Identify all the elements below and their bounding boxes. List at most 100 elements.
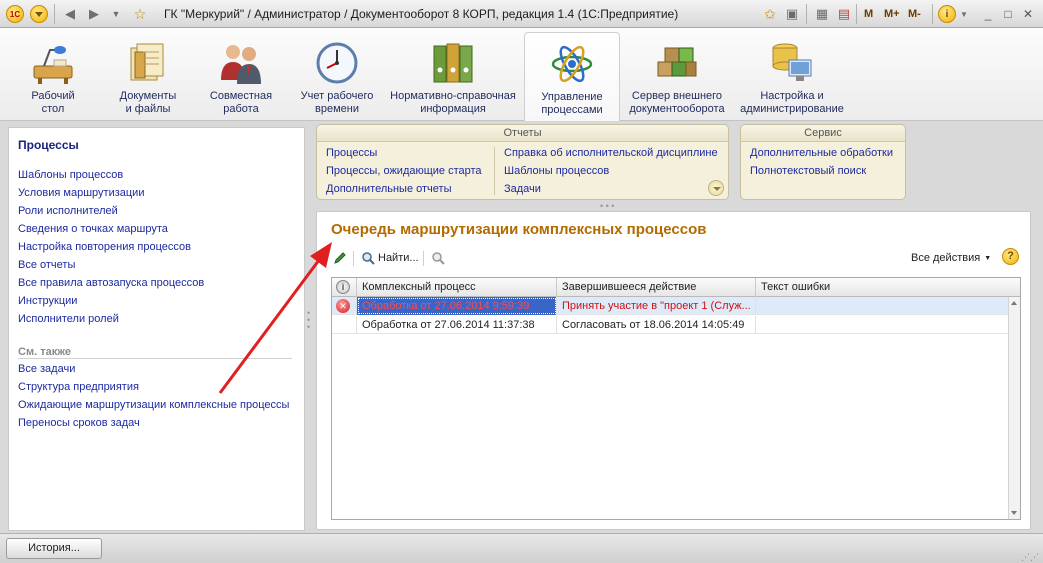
service-group: Сервис Дополнительные обработки Полнотек… xyxy=(740,124,906,200)
info-icon[interactable]: i xyxy=(938,5,956,23)
section-label: Рабочий стол xyxy=(31,90,75,115)
section-label: Настройка и администрирование xyxy=(740,90,844,115)
history-dropdown-icon[interactable]: ▼ xyxy=(108,5,124,23)
help-button[interactable]: ? xyxy=(1002,248,1019,265)
nav-link[interactable]: Шаблоны процессов xyxy=(18,169,123,181)
nav-heading: Процессы xyxy=(18,138,79,152)
report-link[interactable]: Шаблоны процессов xyxy=(504,165,609,177)
report-link[interactable]: Дополнительные отчеты xyxy=(326,183,451,195)
process-cell[interactable]: Обработка от 27.06.2014 11:37:38 xyxy=(357,316,557,334)
service-title: Сервис xyxy=(741,125,905,142)
calendar-icon[interactable]: ▤ xyxy=(836,5,852,23)
memory-minus-button[interactable]: M- xyxy=(908,5,921,23)
see-also-link[interactable]: Структура предприятия xyxy=(18,381,139,393)
see-also-link[interactable]: Все задачи xyxy=(18,363,75,375)
forward-arrow-icon[interactable]: ▶ xyxy=(86,5,102,23)
minimize-icon[interactable]: _ xyxy=(980,5,996,23)
report-link[interactable]: Процессы xyxy=(326,147,377,159)
see-also-link[interactable]: Переносы сроков задач xyxy=(18,417,140,429)
window-title: ГК "Меркурий" / Администратор / Документ… xyxy=(164,7,679,21)
column-header[interactable]: Завершившееся действие xyxy=(557,278,756,297)
separator xyxy=(856,4,857,24)
favorites-star-icon[interactable]: ☆ xyxy=(132,5,148,23)
service-link[interactable]: Полнотекстовый поиск xyxy=(750,165,866,177)
section-label: Документы и файлы xyxy=(119,90,177,115)
nav-link[interactable]: Исполнители ролей xyxy=(18,313,119,325)
memory-button[interactable]: M xyxy=(864,5,873,23)
action-cell[interactable]: Согласовать от 18.06.2014 14:05:49 xyxy=(557,316,756,334)
section-time-tracking[interactable]: Учет рабочего времени xyxy=(292,32,382,120)
section-reference-info[interactable]: Нормативно-справочная информация xyxy=(386,32,520,120)
sections-panel: Рабочий стол Документы и файлы Совместна… xyxy=(0,28,1043,121)
nav-link[interactable]: Инструкции xyxy=(18,295,77,307)
resize-grip-icon[interactable]: ⋰⋰ xyxy=(1021,553,1039,562)
back-arrow-icon[interactable]: ◀ xyxy=(62,5,78,23)
separator xyxy=(932,4,933,24)
annotation-arrow xyxy=(218,242,332,394)
report-link[interactable]: Справка об исполнительской дисциплине xyxy=(504,147,718,159)
nav-link[interactable]: Все отчеты xyxy=(18,259,75,271)
info-dropdown-icon[interactable]: ▼ xyxy=(956,5,972,23)
section-desktop[interactable]: Рабочий стол xyxy=(8,32,98,120)
maximize-icon[interactable]: □ xyxy=(1000,5,1016,23)
reports-group: Отчеты Процессы Процессы, ожидающие стар… xyxy=(316,124,729,200)
action-cell[interactable]: Принять участие в "проект 1 (Служ... xyxy=(557,297,756,315)
separator xyxy=(54,4,55,24)
all-actions-button[interactable]: Все действия ▼ xyxy=(911,250,991,266)
column-header[interactable]: Комплексный процесс xyxy=(357,278,557,297)
history-button[interactable]: История... xyxy=(6,538,102,559)
cancel-search-icon[interactable] xyxy=(431,250,445,266)
report-link[interactable]: Процессы, ожидающие старта xyxy=(326,165,482,177)
see-also-link[interactable]: Ожидающие маршрутизации комплексные проц… xyxy=(18,399,289,411)
app-logo-icon[interactable]: 1С xyxy=(6,5,24,23)
nav-link[interactable]: Условия маршрутизации xyxy=(18,187,144,199)
section-documents[interactable]: Документы и файлы xyxy=(104,32,192,120)
separator xyxy=(806,4,807,24)
horizontal-splitter[interactable]: • • • xyxy=(600,201,614,211)
memory-plus-button[interactable]: M+ xyxy=(884,5,900,23)
table-header: i Комплексный процесс Завершившееся дейс… xyxy=(332,278,1020,297)
find-label: Найти... xyxy=(378,252,419,264)
report-link[interactable]: Задачи xyxy=(504,183,541,195)
section-label: Сервер внешнего документооборота xyxy=(629,90,725,115)
nav-link[interactable]: Сведения о точках маршрута xyxy=(18,223,168,235)
column-header[interactable]: Текст ошибки xyxy=(756,278,1008,297)
calculator-icon[interactable]: ▦ xyxy=(814,5,830,23)
add-favorite-icon[interactable]: ✩ xyxy=(762,5,778,23)
section-external-server[interactable]: Сервер внешнего документооборота xyxy=(624,32,730,120)
section-label: Нормативно-справочная информация xyxy=(390,90,516,115)
separator xyxy=(353,251,354,266)
binders-icon xyxy=(430,40,476,86)
database-computer-icon xyxy=(769,40,815,86)
page-title: Очередь маршрутизации комплексных процес… xyxy=(331,221,707,238)
nav-link[interactable]: Все правила автозапуска процессов xyxy=(18,277,204,289)
scroll-down-icon[interactable] xyxy=(1011,511,1017,515)
table-row[interactable]: ✕ Обработка от 27.06.2014 9:59:39 Принят… xyxy=(332,297,1008,315)
chevron-down-icon: ▼ xyxy=(984,254,992,262)
section-collaboration[interactable]: Совместная работа xyxy=(196,32,286,120)
section-administration[interactable]: Настройка и администрирование xyxy=(734,32,850,120)
service-link[interactable]: Дополнительные обработки xyxy=(750,147,893,159)
desk-icon xyxy=(30,40,76,86)
close-icon[interactable]: ✕ xyxy=(1020,5,1036,23)
routing-queue-form: Очередь маршрутизации комплексных процес… xyxy=(316,211,1031,530)
all-actions-label: Все действия xyxy=(911,252,981,264)
title-bar: 1С ◀ ▶ ▼ ☆ ГК "Меркурий" / Администратор… xyxy=(0,0,1043,28)
main-menu-button[interactable] xyxy=(30,5,48,23)
vertical-scrollbar[interactable] xyxy=(1008,297,1020,519)
see-also-heading: См. также xyxy=(18,346,71,358)
table-row[interactable]: Обработка от 27.06.2014 11:37:38 Согласо… xyxy=(332,316,1008,334)
nav-link[interactable]: Роли исполнителей xyxy=(18,205,118,217)
section-process-management[interactable]: Управление процессами xyxy=(524,32,620,121)
reports-title: Отчеты xyxy=(317,125,728,142)
scroll-up-icon[interactable] xyxy=(1011,301,1017,305)
error-cell[interactable] xyxy=(756,316,1008,334)
clock-icon xyxy=(314,40,360,86)
nav-link[interactable]: Настройка повторения процессов xyxy=(18,241,191,253)
process-cell[interactable]: Обработка от 27.06.2014 9:59:39 xyxy=(357,297,557,315)
error-cell[interactable] xyxy=(756,297,1008,315)
find-button[interactable]: Найти... xyxy=(361,250,419,266)
status-bar: История... ⋰⋰ xyxy=(0,533,1043,563)
bookmark-icon[interactable]: ▣ xyxy=(784,5,800,23)
collapse-chevron-icon[interactable] xyxy=(708,180,724,196)
